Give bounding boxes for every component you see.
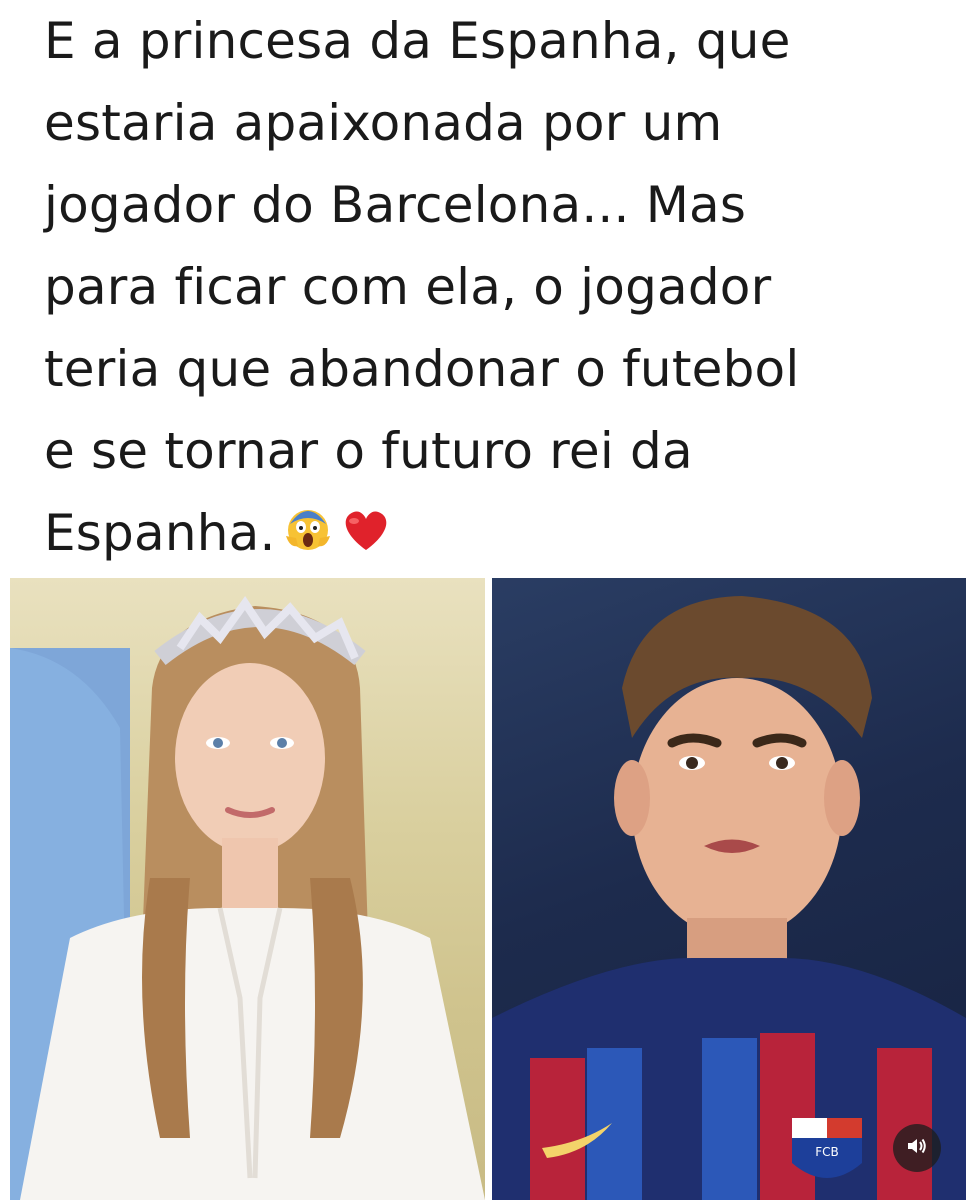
princess-photo[interactable] (10, 578, 485, 1200)
post-caption: E a princesa da Espanha, que estaria apa… (44, 0, 964, 578)
screaming-face-emoji (282, 496, 334, 578)
mute-toggle-button[interactable] (893, 1124, 941, 1172)
player-illustration: FCB (492, 596, 966, 1200)
player-photo[interactable]: FCB (492, 578, 966, 1200)
princess-illustration (10, 595, 485, 1200)
speaker-icon (906, 1136, 928, 1160)
crest-text: FCB (815, 1145, 839, 1159)
caption-text: E a princesa da Espanha, que estaria apa… (44, 12, 800, 562)
red-heart-emoji (340, 496, 392, 578)
